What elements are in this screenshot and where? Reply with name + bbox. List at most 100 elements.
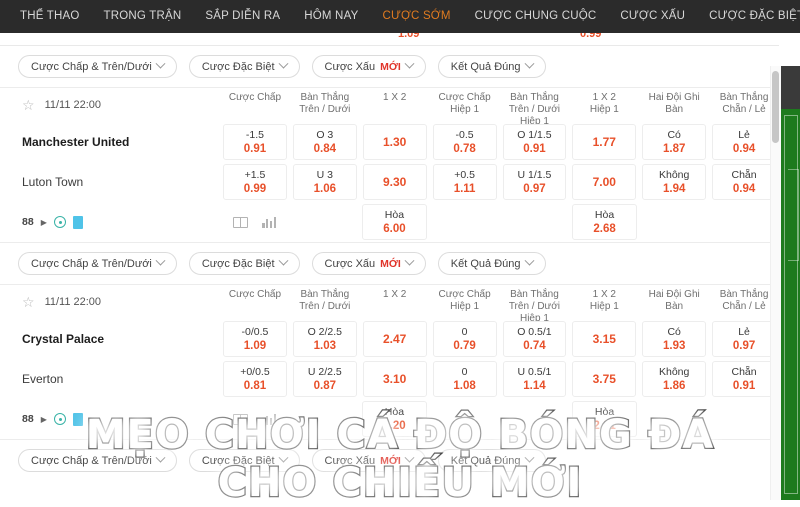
favorite-star-icon[interactable]: ☆ bbox=[22, 295, 35, 309]
filter-chip-label: Cược Chấp & Trên/Dưới bbox=[31, 257, 152, 270]
filter-bar-middle: Cược Chấp & Trên/Dưới Cược Đặc Biệt Cược… bbox=[0, 242, 779, 284]
chevron-down-icon bbox=[278, 58, 288, 69]
match-info-icon[interactable] bbox=[72, 412, 83, 426]
nav-item-cuoc-chung-cuoc[interactable]: CƯỢC CHUNG CUỘC bbox=[463, 0, 609, 33]
filter-chip-label: Cược Đặc Biệt bbox=[201, 454, 275, 467]
statistics-icon[interactable] bbox=[262, 413, 277, 425]
play-arrow-icon[interactable]: ▶ bbox=[41, 415, 47, 424]
odds-cell[interactable]: Hòa 2.68 bbox=[571, 204, 638, 240]
markets-count[interactable]: 88 bbox=[22, 413, 34, 425]
odds-cell[interactable]: Lẻ 0.94 bbox=[712, 124, 776, 160]
odds-cell[interactable]: Không 1.94 bbox=[642, 164, 707, 200]
filter-chip-cuoc-xau[interactable]: Cược Xấu MỚI bbox=[311, 55, 426, 78]
chevron-down-icon bbox=[404, 452, 415, 463]
nav-item-hom-nay[interactable]: HÔM NAY bbox=[292, 0, 370, 33]
nav-item-the-thao[interactable]: THỂ THAO bbox=[8, 0, 92, 33]
odds-cells-draw-2: Hòa 3.20 Hòa 2.01 bbox=[220, 399, 779, 439]
filter-chip-cuoc-chap-tren-duoi[interactable]: Cược Chấp & Trên/Dưới bbox=[18, 55, 177, 78]
nav-item-trong-tran[interactable]: TRONG TRẬN bbox=[92, 0, 194, 33]
odds-cell[interactable]: Chẵn 0.91 bbox=[712, 361, 776, 397]
odds-cell[interactable]: 2.47 bbox=[362, 321, 427, 357]
odds-price: 3.75 bbox=[592, 372, 616, 386]
odds-line: O 0.5/1 bbox=[517, 325, 552, 338]
team-name-home[interactable]: Manchester United bbox=[22, 135, 129, 149]
odds-cell[interactable]: 1.77 bbox=[572, 124, 637, 160]
odds-cells-away-1: +1.5 0.99 U 3 1.06 9.30 +0.5 1.11 U 1/1.5 0.… bbox=[220, 162, 779, 202]
odds-price: 1.86 bbox=[662, 379, 686, 392]
odds-cell[interactable]: Hòa 3.20 bbox=[361, 401, 428, 437]
odds-cell[interactable]: Hòa 2.01 bbox=[571, 401, 638, 437]
col-header-line: Bàn Thắng bbox=[510, 92, 559, 103]
match-info-icon[interactable] bbox=[72, 215, 83, 229]
markets-count[interactable]: 88 bbox=[22, 216, 34, 228]
live-stream-icon[interactable] bbox=[53, 413, 66, 425]
filter-chip-cuoc-chap-tren-duoi[interactable]: Cược Chấp & Trên/Dưới bbox=[18, 252, 177, 275]
match-row-away-1: Luton Town +1.5 0.99 U 3 1.06 9.30 +0.5 1.1… bbox=[0, 162, 779, 202]
col-header-line: Cược Chấp bbox=[438, 92, 491, 103]
odds-cell[interactable]: U 3 1.06 bbox=[292, 164, 357, 200]
filter-chip-cuoc-xau[interactable]: Cược Xấu MỚI bbox=[311, 252, 426, 275]
odds-cell[interactable]: U 1/1.5 0.97 bbox=[502, 164, 567, 200]
filter-chip-cuoc-dac-biet[interactable]: Cược Đặc Biệt bbox=[188, 252, 300, 275]
odds-cell[interactable]: Không 1.86 bbox=[642, 361, 707, 397]
odds-cell[interactable]: Lẻ 0.97 bbox=[712, 321, 776, 357]
odds-line: Không bbox=[659, 168, 690, 181]
odds-cell[interactable]: Có 1.93 bbox=[642, 321, 707, 357]
odds-cell[interactable]: 3.75 bbox=[572, 361, 637, 397]
odds-cell[interactable]: 1.30 bbox=[362, 124, 427, 160]
kickoff-time: 11/11 22:00 bbox=[44, 99, 102, 111]
odds-cell[interactable]: 0 0.79 bbox=[432, 321, 497, 357]
filter-chip-cuoc-xau[interactable]: Cược Xấu MỚI bbox=[311, 449, 426, 472]
team-name-home[interactable]: Crystal Palace bbox=[22, 332, 104, 346]
odds-cell[interactable]: O 3 0.84 bbox=[292, 124, 357, 160]
nav-item-cuoc-som[interactable]: CƯỢC SỚM bbox=[370, 0, 462, 33]
filter-chip-cuoc-dac-biet[interactable]: Cược Đặc Biệt bbox=[188, 55, 300, 78]
odds-price: 2.68 bbox=[593, 222, 616, 235]
live-stream-icon[interactable] bbox=[53, 216, 66, 228]
filter-chip-cuoc-chap-tren-duoi[interactable]: Cược Chấp & Trên/Dưới bbox=[18, 449, 177, 472]
odds-cell[interactable]: Hòa 6.00 bbox=[361, 204, 428, 240]
odds-cell[interactable]: +1.5 0.99 bbox=[223, 164, 287, 200]
odds-cell[interactable]: 3.10 bbox=[362, 361, 427, 397]
odds-cells-away-2: +0/0.5 0.81 U 2/2.5 0.87 3.10 0 1.08 U 0.5/… bbox=[220, 359, 779, 399]
match-footer-1: 88 ▶ bbox=[0, 202, 220, 242]
odds-cell-empty bbox=[433, 204, 497, 240]
odds-cell[interactable]: O 1/1.5 0.91 bbox=[502, 124, 567, 160]
odds-line: Chẵn bbox=[731, 168, 757, 181]
odds-cell[interactable]: O 0.5/1 0.74 bbox=[502, 321, 567, 357]
odds-cell[interactable]: +0.5 1.11 bbox=[432, 164, 497, 200]
filter-chip-ket-qua-dung[interactable]: Kết Quả Đúng bbox=[437, 449, 546, 472]
nav-item-sap-dien-ra[interactable]: SẮP DIỄN RA bbox=[193, 0, 292, 33]
play-arrow-icon[interactable]: ▶ bbox=[41, 218, 47, 227]
odds-cell[interactable]: 3.15 bbox=[572, 321, 637, 357]
vertical-scrollbar-thumb[interactable] bbox=[772, 71, 779, 143]
odds-cell[interactable]: 9.30 bbox=[362, 164, 427, 200]
filter-chip-cuoc-dac-biet[interactable]: Cược Đặc Biệt bbox=[188, 449, 300, 472]
odds-line: -1.5 bbox=[245, 128, 264, 141]
filter-chip-ket-qua-dung[interactable]: Kết Quả Đúng bbox=[437, 252, 546, 275]
pitch-view-icon[interactable] bbox=[233, 413, 249, 425]
filter-chip-label: Cược Chấp & Trên/Dưới bbox=[31, 60, 152, 73]
odds-cell[interactable]: Có 1.87 bbox=[642, 124, 707, 160]
team-name-away[interactable]: Everton bbox=[22, 372, 63, 386]
odds-board: 1.09 0.99 Cược Chấp & Trên/Dưới Cược Đặc… bbox=[0, 33, 779, 500]
pitch-view-icon[interactable] bbox=[233, 216, 249, 228]
nav-item-cuoc-dac-biet[interactable]: CƯỢC ĐẶC BIỆT bbox=[697, 0, 800, 33]
odds-cell[interactable]: -1.5 0.91 bbox=[223, 124, 287, 160]
odds-cell[interactable]: 7.00 bbox=[572, 164, 637, 200]
odds-cell[interactable]: O 2/2.5 1.03 bbox=[292, 321, 357, 357]
nav-item-cuoc-xau[interactable]: CƯỢC XẤU bbox=[608, 0, 697, 33]
odds-line: 0 bbox=[461, 365, 468, 378]
statistics-icon[interactable] bbox=[262, 216, 277, 228]
favorite-star-icon[interactable]: ☆ bbox=[22, 98, 35, 112]
filter-chip-ket-qua-dung[interactable]: Kết Quả Đúng bbox=[437, 55, 546, 78]
odds-cell[interactable]: -0.5 0.78 bbox=[432, 124, 497, 160]
odds-cell[interactable]: -0/0.5 1.09 bbox=[223, 321, 287, 357]
odds-cell[interactable]: 0 1.08 bbox=[432, 361, 497, 397]
col-header-line: Hiệp 1 bbox=[450, 301, 480, 312]
odds-cell[interactable]: Chẵn 0.94 bbox=[712, 164, 776, 200]
odds-cell[interactable]: +0/0.5 0.81 bbox=[223, 361, 287, 397]
odds-cell[interactable]: U 0.5/1 1.14 bbox=[502, 361, 567, 397]
team-name-away[interactable]: Luton Town bbox=[22, 175, 83, 189]
odds-cell[interactable]: U 2/2.5 0.87 bbox=[292, 361, 357, 397]
